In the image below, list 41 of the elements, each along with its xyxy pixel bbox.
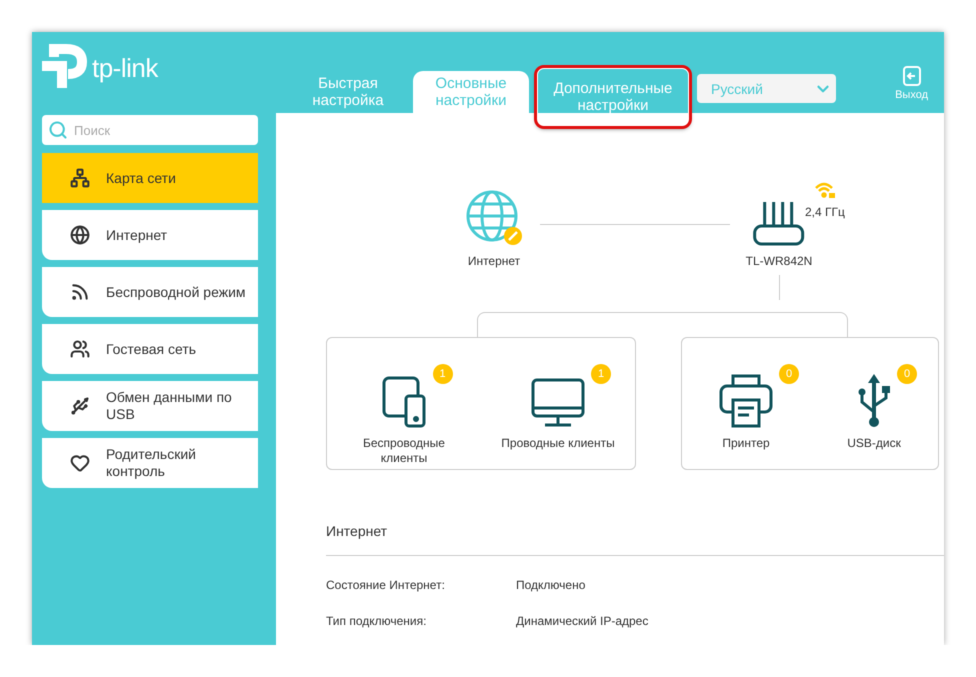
count-badge: 0 [779,364,799,384]
logo-text: tp-link [92,52,158,84]
router-icon [753,200,805,246]
wifi-lock-icon [814,181,836,199]
sidebar-item[interactable]: Интернет [42,210,258,260]
globe-icon [466,190,522,246]
monitor-icon [531,378,585,428]
band-label: 2,4 ГГц [805,205,845,219]
field-label: Состояние Интернет: [326,578,446,594]
client-label: USB-диск [847,436,901,451]
section-title: Интернет [326,523,944,556]
sitemap-icon [70,168,90,188]
usb-icon [857,372,891,428]
field-value: Подключено [516,578,586,594]
tablet-phone-icon [382,376,426,428]
search-icon [48,120,68,140]
node-label: TL-WR842N [746,254,812,268]
logout-icon [902,66,921,86]
printer-icon [719,374,773,428]
sidebar-item[interactable]: Беспроводной режим [42,267,258,317]
node-label: Интернет [468,254,520,268]
client-label: Беспроводные клиенты [362,436,446,466]
signal-icon [70,282,90,302]
sidebar-item[interactable]: Обмен данными по USB [42,381,258,431]
field-label: Тип подключения: [326,614,428,630]
heart-icon [70,453,90,473]
sidebar-item[interactable]: Гостевая сеть [42,324,258,374]
sidebar-item[interactable]: Карта сети [42,153,258,203]
usb-icon [70,396,90,416]
count-badge: 0 [897,364,917,384]
people-icon [70,339,90,359]
connector-line [779,275,780,300]
count-badge: 1 [432,364,452,384]
search-field[interactable]: Поиск [42,115,258,145]
client-label: Принтер [722,436,770,451]
sidebar-item[interactable]: Родительский контроль [42,438,258,488]
globe-icon [70,225,90,245]
client-label: Проводные клиенты [501,436,615,451]
field-value: Динамический IP-адрес [516,614,650,630]
count-badge: 1 [591,364,611,384]
logo-icon [42,44,88,88]
